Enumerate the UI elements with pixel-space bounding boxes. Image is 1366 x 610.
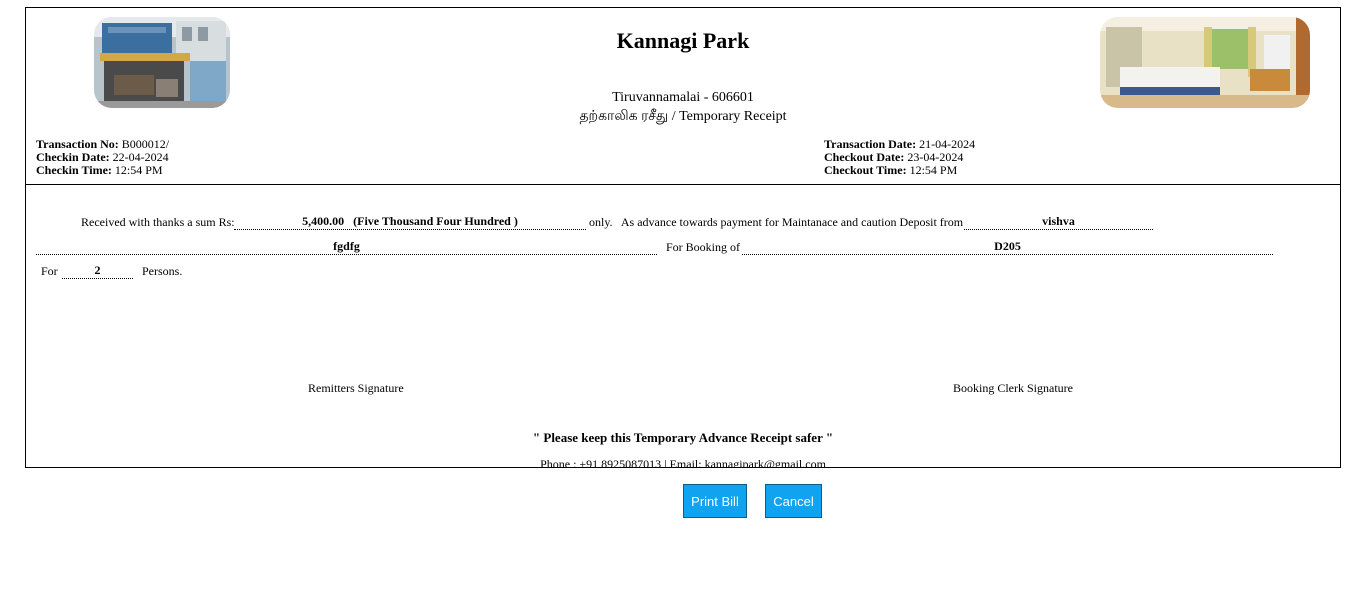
receipt: Kannagi Park Tiruvannamalai - 606601 தற்… xyxy=(25,7,1341,468)
checkin-time-label: Checkin Time: xyxy=(36,163,112,177)
transaction-details-left: Transaction No: B000012/ Checkin Date: 2… xyxy=(36,138,169,177)
transaction-no-label: Transaction No: xyxy=(36,137,119,151)
for-text: For xyxy=(41,264,58,278)
hotel-name: Kannagi Park xyxy=(616,28,750,53)
checkout-date-label: Checkout Date: xyxy=(824,150,905,164)
amount-words: (Five Thousand Four Hundred ) xyxy=(353,214,518,228)
amount-field: 5,400.00 (Five Thousand Four Hundred ) xyxy=(234,214,586,230)
guest-address-field: fgdfg xyxy=(36,239,657,255)
checkin-time-value: 12:54 PM xyxy=(114,163,163,177)
checkin-date-value: 22-04-2024 xyxy=(112,150,169,164)
remitter-signature-label: Remitters Signature xyxy=(308,381,404,395)
hotel-address: Tiruvannamalai - 606601 xyxy=(612,90,754,105)
contact-info: Phone : +91 8925087013 | Email: kannagip… xyxy=(540,457,826,468)
persons-count-field: 2 xyxy=(62,263,133,279)
header-divider xyxy=(26,184,1340,185)
cancel-button[interactable]: Cancel xyxy=(765,484,822,518)
checkout-time-value: 12:54 PM xyxy=(909,163,958,177)
room-field: D205 xyxy=(742,239,1273,255)
received-text: Received with thanks a sum Rs: xyxy=(81,215,235,229)
transaction-no-value: B000012/ xyxy=(121,137,170,151)
checkin-date-label: Checkin Date: xyxy=(36,150,110,164)
checkin-time-row: Checkin Time: 12:54 PM xyxy=(36,164,169,177)
transaction-date-value: 21-04-2024 xyxy=(919,137,976,151)
amount-value: 5,400.00 xyxy=(302,214,345,228)
receipt-title: தற்காலிக ரசீது / Temporary Receipt xyxy=(579,109,787,124)
checkout-time-row: Checkout Time: 12:54 PM xyxy=(824,164,975,177)
checkout-date-value: 23-04-2024 xyxy=(907,150,964,164)
clerk-signature-label: Booking Clerk Signature xyxy=(953,381,1073,395)
checkout-time-label: Checkout Time: xyxy=(824,163,907,177)
transaction-date-label: Transaction Date: xyxy=(824,137,917,151)
transaction-details-right: Transaction Date: 21-04-2024 Checkout Da… xyxy=(824,138,975,177)
safekeeping-note: " Please keep this Temporary Advance Rec… xyxy=(532,430,834,445)
booking-text: For Booking of xyxy=(666,240,741,254)
print-bill-button[interactable]: Print Bill xyxy=(683,484,747,518)
guest-name-field: vishva xyxy=(964,214,1153,230)
persons-text: Persons. xyxy=(142,264,183,278)
advance-text: only. As advance towards payment for Mai… xyxy=(589,215,964,229)
